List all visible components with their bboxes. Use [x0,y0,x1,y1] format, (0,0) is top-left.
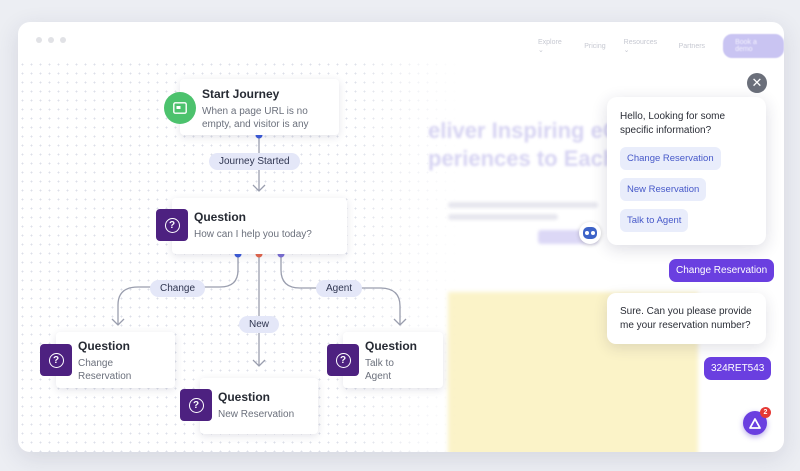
chat-greeting: Hello, Looking for some specific informa… [620,111,726,136]
question-mark-icon: ? [335,352,351,368]
edge-label-change: Change [150,280,206,297]
start-journey-icon [164,92,196,124]
node-description-line2: Agent [365,371,392,382]
bot-avatar [579,222,601,244]
node-text: Question New Reservation [218,390,294,421]
chat-option-new-reservation[interactable]: New Reservation [620,178,707,201]
node-description-line2: Reservation [78,371,132,382]
chat-option-talk-to-agent[interactable]: Talk to Agent [620,209,689,232]
chat-close-button[interactable]: ✕ [747,73,767,93]
node-text: Question Change Reservation [78,339,131,383]
node-title: Question [365,339,418,353]
question-mark-icon: ? [188,397,204,413]
question-node-main[interactable]: Question How can I help you today? [172,198,347,254]
browser-window-icon [173,102,187,114]
node-text: Question How can I help you today? [194,210,312,241]
start-journey-node[interactable]: Start Journey When a page URL is no empt… [180,79,339,135]
bot-face-icon [583,227,597,239]
brand-triangle-icon [749,417,761,429]
edge-label-journey-started: Journey Started [209,153,300,170]
question-node-change[interactable]: Question Change Reservation [56,332,175,388]
user-message: 324RET543 [704,357,772,380]
node-title: Question [194,210,247,224]
node-description-line1: When a page URL is no [202,106,308,117]
chat-bot-message: Hello, Looking for some specific informa… [607,97,766,245]
node-description-line1: Talk to [365,358,394,369]
close-icon: ✕ [751,75,763,90]
question-node-new[interactable]: Question New Reservation [200,378,318,434]
user-message: Change Reservation [669,259,775,282]
chat-bot-message: Sure. Can you please provide me your res… [607,293,766,344]
node-text: Start Journey When a page URL is no empt… [202,87,309,131]
question-node-icon: ? [40,344,72,376]
unread-badge: 2 [760,407,771,418]
node-title: Start Journey [202,87,280,101]
question-node-icon: ? [180,389,212,421]
node-description: How can I help you today? [194,229,312,240]
node-text: Question Talk to Agent [365,339,417,383]
node-description-line2: empty, and visitor is any [202,119,309,130]
bot-reply-text: Sure. Can you please provide me your res… [620,306,752,331]
node-title: Question [218,390,271,404]
chat-option-change-reservation[interactable]: Change Reservation [620,147,721,170]
node-description-line1: Change [78,358,114,369]
node-title: Question [78,339,131,353]
node-description: New Reservation [218,409,295,420]
question-mark-icon: ? [164,217,180,233]
question-node-icon: ? [327,344,359,376]
edge-label-agent: Agent [316,280,363,297]
question-mark-icon: ? [48,352,64,368]
question-node-icon: ? [156,209,188,241]
edge-label-new: New [239,316,280,333]
